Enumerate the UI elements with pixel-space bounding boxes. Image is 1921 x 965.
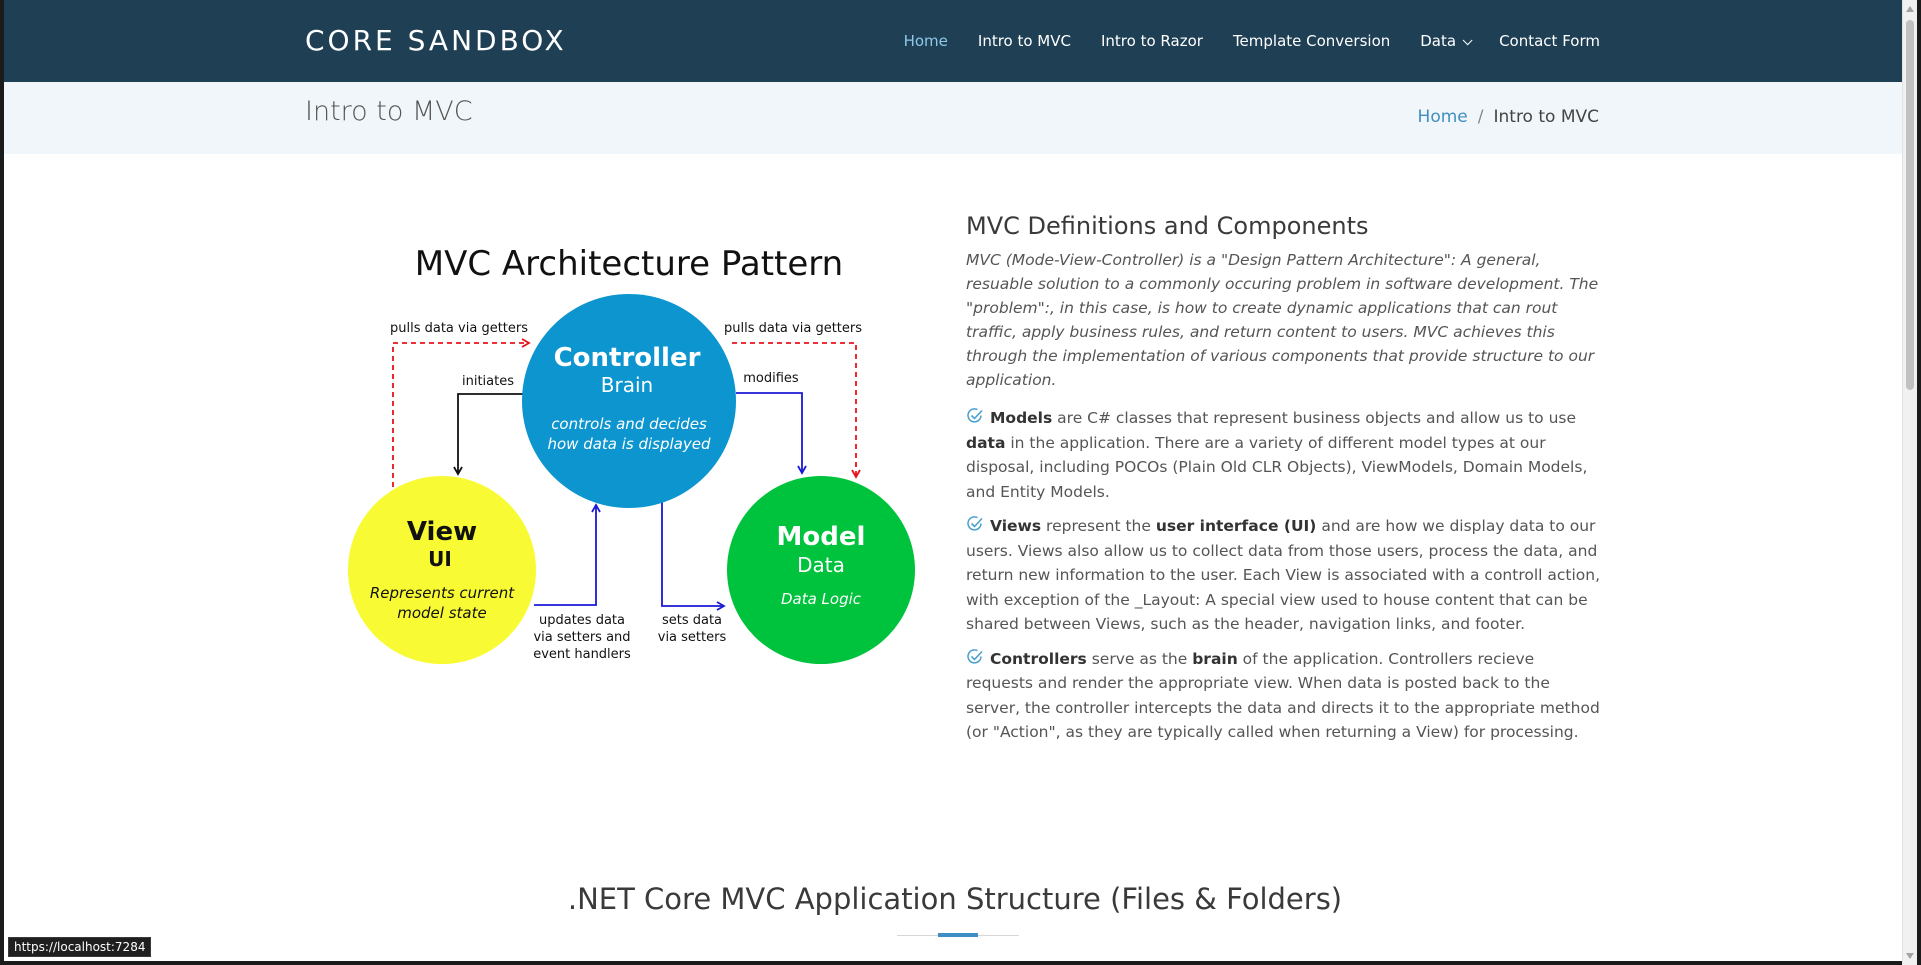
- views-definition: Views represent the user interface (UI) …: [966, 514, 1606, 637]
- label-updates-2: via setters and: [533, 630, 630, 645]
- page-title: Intro to MVC: [305, 96, 473, 127]
- controllers-term: Controllers: [990, 649, 1087, 668]
- nav-template-conversion[interactable]: Template Conversion: [1233, 32, 1390, 50]
- updates-arrow: [534, 503, 601, 606]
- breadcrumb-current: Intro to MVC: [1493, 107, 1599, 127]
- pulls-left-arrow: [392, 338, 531, 487]
- label-initiates: initiates: [462, 374, 514, 389]
- diagram-title: MVC Architecture Pattern: [415, 244, 843, 284]
- check-circle-icon: [967, 648, 983, 664]
- nav-data-dropdown[interactable]: Data: [1420, 32, 1473, 50]
- controller-name: Controller: [554, 343, 701, 373]
- controllers-text-1: serve as the: [1086, 649, 1193, 668]
- models-bold: data: [966, 433, 1006, 452]
- view-desc-1: Represents current: [370, 584, 515, 602]
- controller-desc-1: controls and decides: [551, 415, 707, 433]
- section-title: .NET Core MVC Application Structure (Fil…: [567, 882, 1343, 916]
- chevron-down-icon: [1462, 35, 1473, 46]
- main-nav: Home Intro to MVC Intro to Razor Templat…: [874, 0, 1600, 82]
- label-pulls-left: pulls data via getters: [390, 321, 528, 336]
- model-desc: Data Logic: [781, 590, 862, 608]
- scroll-up-arrow-icon[interactable]: [1906, 6, 1914, 12]
- initiates-arrow: [453, 393, 527, 476]
- section-divider-accent: [938, 933, 978, 937]
- controllers-definition: Controllers serve as the brain of the ap…: [966, 647, 1606, 745]
- scroll-thumb[interactable]: [1906, 20, 1914, 390]
- label-modifies: modifies: [743, 371, 799, 386]
- controller-role: Brain: [601, 373, 653, 397]
- controller-circle: [522, 294, 736, 508]
- nav-contact-form[interactable]: Contact Form: [1499, 32, 1600, 50]
- label-updates-1: updates data: [539, 613, 625, 628]
- model-name: Model: [777, 522, 866, 552]
- definitions-heading: MVC Definitions and Components: [966, 212, 1369, 240]
- check-circle-icon: [967, 516, 983, 531]
- controller-desc-2: how data is displayed: [547, 435, 711, 453]
- label-sets-1: sets data: [662, 613, 722, 628]
- label-pulls-right: pulls data via getters: [724, 321, 862, 336]
- breadcrumb-home-link[interactable]: Home: [1418, 107, 1468, 127]
- model-role: Data: [797, 553, 845, 577]
- views-term: Views: [990, 517, 1042, 535]
- modifies-arrow: [736, 392, 807, 475]
- label-updates-3: event handlers: [533, 647, 631, 662]
- controllers-bold: brain: [1192, 649, 1238, 668]
- sets-arrow: [661, 500, 726, 611]
- definitions-panel: MVC Definitions and Components MVC (Mode…: [966, 212, 1606, 755]
- breadcrumb-separator: /: [1477, 107, 1484, 127]
- view-role: UI: [428, 547, 452, 571]
- scroll-down-arrow-icon[interactable]: [1906, 953, 1914, 959]
- vertical-scrollbar[interactable]: [1902, 0, 1917, 965]
- models-text-1: are C# classes that represent business o…: [1052, 409, 1577, 427]
- nav-data-label: Data: [1420, 32, 1457, 50]
- label-sets-2: via setters: [658, 630, 727, 645]
- view-desc-2: model state: [397, 604, 486, 622]
- nav-home[interactable]: Home: [904, 32, 948, 50]
- top-navbar: CORE SANDBOX Home Intro to MVC Intro to …: [4, 0, 1906, 82]
- views-bold: user interface (UI): [1155, 517, 1317, 535]
- nav-intro-to-mvc[interactable]: Intro to MVC: [978, 32, 1071, 50]
- brand-logo[interactable]: CORE SANDBOX: [305, 24, 567, 57]
- views-text-1: represent the: [1041, 517, 1156, 535]
- breadcrumb: Home / Intro to MVC: [1418, 107, 1599, 127]
- models-definition: Models are C# classes that represent bus…: [966, 406, 1606, 504]
- view-name: View: [407, 517, 477, 547]
- pulls-right-arrow: [732, 342, 861, 479]
- nav-intro-to-razor[interactable]: Intro to Razor: [1101, 32, 1203, 50]
- models-text-2: in the application. There are a variety …: [966, 433, 1588, 501]
- check-circle-icon: [967, 408, 983, 423]
- mvc-diagram: MVC Architecture Pattern Controller Brai…: [344, 230, 924, 670]
- page-header: Intro to MVC Home / Intro to MVC: [4, 82, 1906, 154]
- status-url-tooltip: https://localhost:7284: [8, 937, 152, 957]
- definitions-intro: MVC (Mode-View-Controller) is a "Design …: [966, 251, 1599, 389]
- models-term: Models: [990, 409, 1053, 427]
